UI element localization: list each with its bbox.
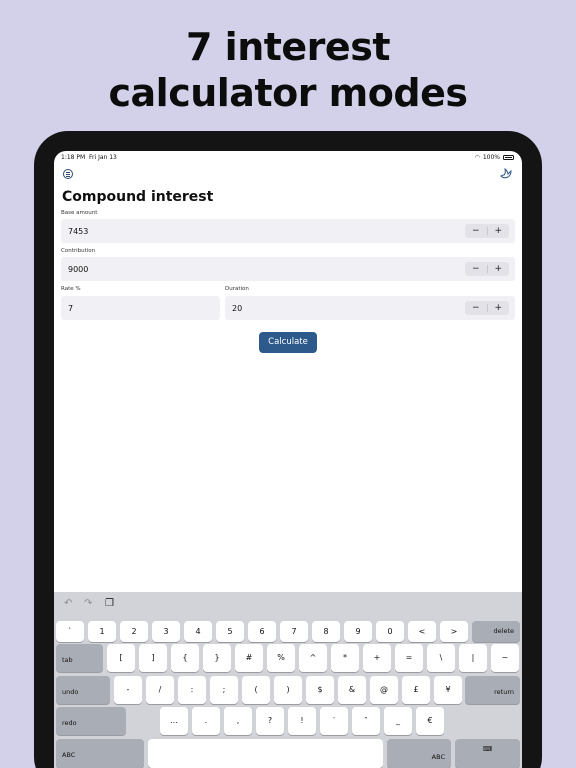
key-row3-8[interactable]: @ (370, 676, 398, 704)
key-row3-3[interactable]: ; (210, 676, 238, 704)
key-row4-8[interactable]: € (416, 707, 444, 735)
status-time: 1:18 PM Fri Jan 13 (61, 154, 117, 161)
redo-key[interactable]: redo (56, 707, 126, 735)
key-row4-0[interactable]: … (160, 707, 188, 735)
bird-logo-icon[interactable] (499, 167, 513, 181)
key-row1-2[interactable]: 2 (120, 621, 148, 642)
calculate-button[interactable]: Calculate (259, 332, 317, 353)
key-row2-5[interactable]: % (267, 644, 295, 672)
wifi-icon: ◠ (474, 154, 480, 161)
key-row3-0[interactable]: - (114, 676, 142, 704)
keyboard-toolbar: ↶ ↷ ❐ (54, 592, 522, 616)
increment-button[interactable]: + (488, 262, 510, 276)
key-row3-9[interactable]: £ (402, 676, 430, 704)
key-row3-4[interactable]: ( (242, 676, 270, 704)
key-row3-10[interactable]: ¥ (434, 676, 462, 704)
key-row3-2[interactable]: : (178, 676, 206, 704)
base-amount-field[interactable]: − + (61, 219, 515, 243)
duration-input[interactable] (232, 296, 435, 320)
key-row2-3[interactable]: } (203, 644, 231, 672)
tab-key[interactable]: tab (56, 644, 103, 672)
key-row1-0[interactable]: ` (56, 621, 84, 642)
key-row2-6[interactable]: ^ (299, 644, 327, 672)
increment-button[interactable]: + (488, 224, 510, 238)
return-key[interactable]: return (465, 676, 520, 704)
key-row4-2[interactable]: , (224, 707, 252, 735)
battery-icon (503, 155, 514, 160)
key-row2-0[interactable]: [ (107, 644, 135, 672)
key-row1-10[interactable]: 0 (376, 621, 404, 642)
redo-icon[interactable]: ↷ (84, 598, 92, 609)
contribution-input[interactable] (68, 257, 386, 281)
key-row2-9[interactable]: = (395, 644, 423, 672)
menu-icon[interactable] (63, 169, 73, 179)
key-row2-7[interactable]: * (331, 644, 359, 672)
increment-button[interactable]: + (488, 301, 510, 315)
base-amount-stepper[interactable]: − + (465, 224, 509, 238)
rate-label: Rate % (61, 286, 81, 292)
key-row1-5[interactable]: 5 (216, 621, 244, 642)
key-row4-1[interactable]: . (192, 707, 220, 735)
headline-line-1: 7 interest (186, 25, 390, 69)
key-row3-7[interactable]: & (338, 676, 366, 704)
contribution-stepper[interactable]: − + (465, 262, 509, 276)
key-row4-6[interactable]: ″ (352, 707, 380, 735)
key-row1-4[interactable]: 4 (184, 621, 212, 642)
key-row1-11[interactable]: < (408, 621, 436, 642)
decrement-button[interactable]: − (465, 301, 487, 315)
rate-field[interactable] (61, 296, 220, 320)
clipboard-icon[interactable]: ❐ (105, 598, 114, 609)
on-screen-keyboard: ↶ ↷ ❐ ` 1 2 3 4 5 6 7 8 9 0 < > delete tab []{} #% ^ * +… (54, 592, 522, 768)
key-row4-4[interactable]: ! (288, 707, 316, 735)
contribution-field[interactable]: − + (61, 257, 515, 281)
key-row3-5[interactable]: ) (274, 676, 302, 704)
key-row1-7[interactable]: 7 (280, 621, 308, 642)
key-row2-4[interactable]: # (235, 644, 263, 672)
key-row2-10[interactable]: \ (427, 644, 455, 672)
key-row2-8[interactable]: + (363, 644, 391, 672)
tablet-screen: 1:18 PM Fri Jan 13 ◠ 100% Compound inter… (54, 151, 522, 768)
status-bar: 1:18 PM Fri Jan 13 ◠ 100% (54, 151, 522, 165)
abc-key-right[interactable]: ABC (387, 739, 451, 768)
decrement-button[interactable]: − (465, 224, 487, 238)
base-amount-label: Base amount (61, 210, 98, 216)
page-title: Compound interest (62, 189, 214, 205)
duration-stepper[interactable]: − + (465, 301, 509, 315)
undo-icon[interactable]: ↶ (64, 598, 72, 609)
promo-headline: 7 interest calculator modes (0, 24, 576, 116)
key-row1-12[interactable]: > (440, 621, 468, 642)
space-key[interactable] (148, 739, 383, 768)
key-row3-1[interactable]: / (146, 676, 174, 704)
delete-key[interactable]: delete (472, 621, 520, 642)
keyboard-dismiss-icon[interactable]: ⌨ (455, 739, 520, 768)
duration-label: Duration (225, 286, 249, 292)
key-row1-9[interactable]: 9 (344, 621, 372, 642)
key-row4-5[interactable]: ′ (320, 707, 348, 735)
headline-line-2: calculator modes (108, 71, 468, 115)
key-row1-3[interactable]: 3 (152, 621, 180, 642)
duration-field[interactable]: − + (225, 296, 515, 320)
key-row1-6[interactable]: 6 (248, 621, 276, 642)
rate-input[interactable] (68, 296, 180, 320)
key-row2-1[interactable]: ] (139, 644, 167, 672)
status-indicators: ◠ 100% (475, 154, 514, 161)
key-row4-7[interactable]: _ (384, 707, 412, 735)
key-row1-1[interactable]: 1 (88, 621, 116, 642)
key-row2-12[interactable]: ~ (491, 644, 519, 672)
key-row2-2[interactable]: { (171, 644, 199, 672)
key-row1-8[interactable]: 8 (312, 621, 340, 642)
undo-key[interactable]: undo (56, 676, 110, 704)
key-row3-6[interactable]: $ (306, 676, 334, 704)
decrement-button[interactable]: − (465, 262, 487, 276)
key-row2-11[interactable]: | (459, 644, 487, 672)
key-row4-3[interactable]: ? (256, 707, 284, 735)
contribution-label: Contribution (61, 248, 96, 254)
base-amount-input[interactable] (68, 219, 386, 243)
abc-key-left[interactable]: ABC (56, 739, 144, 768)
battery-percent: 100% (482, 154, 500, 161)
